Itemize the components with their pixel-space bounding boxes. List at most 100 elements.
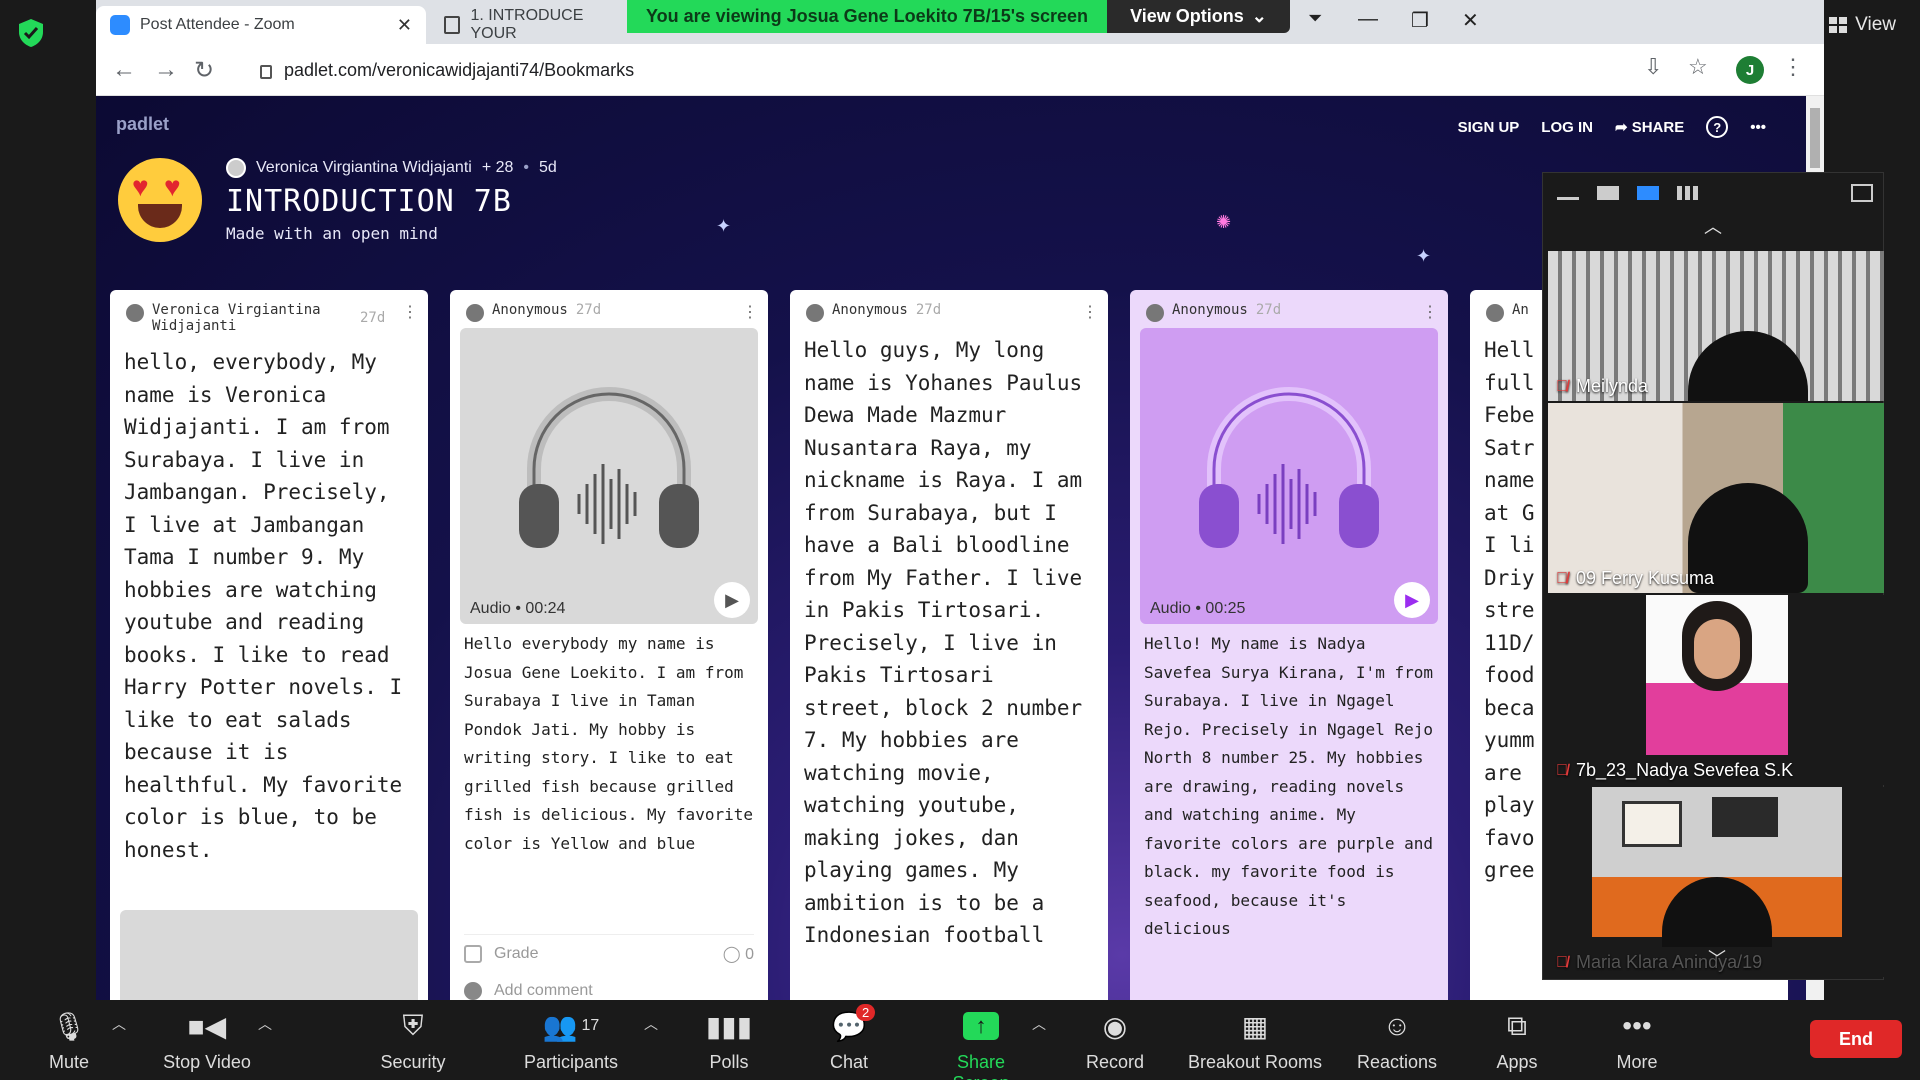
post-card[interactable]: Anonymous 27d ⋮ Hello guys, My long name… (790, 290, 1108, 1000)
signup-link[interactable]: SIGN UP (1458, 119, 1520, 136)
participant-tile[interactable]: 🎙̸ 7b_23_Nadya Sevefea S.K (1548, 595, 1884, 785)
record-icon: ◉ (1102, 1010, 1128, 1042)
help-icon[interactable]: ? (1706, 116, 1729, 138)
padlet-logo[interactable]: padlet (116, 114, 169, 135)
reload-icon[interactable]: ↻ (194, 56, 214, 85)
bookmark-star-icon[interactable]: ☆ (1688, 54, 1708, 80)
record-button[interactable]: ◉ Record (1060, 1006, 1170, 1073)
participant-name-text: Meilynda (1576, 376, 1649, 396)
audio-options-chevron-icon[interactable]: ︿ (112, 1014, 126, 1034)
browser-menu-icon[interactable]: ⋮ (1782, 54, 1804, 80)
audio-attachment[interactable]: Audio • 00:25 ▶ (1140, 328, 1438, 624)
tab-title: Post Attendee - Zoom (140, 16, 295, 33)
post-age: 27d (915, 302, 942, 318)
microphone-icon: 🎙 (51, 1010, 87, 1042)
add-comment-row[interactable]: Add comment (464, 972, 754, 1000)
post-menu-icon[interactable]: ⋮ (1082, 302, 1098, 321)
anonymous-avatar (1146, 304, 1164, 322)
mute-button[interactable]: 🎙 Mute (14, 1006, 124, 1073)
security-button[interactable]: ⛨ Security (358, 1006, 468, 1073)
more-dots-icon: ••• (1622, 1010, 1652, 1041)
post-author: Anonymous (492, 302, 568, 318)
restore-icon[interactable]: ❐ (1411, 8, 1429, 33)
muted-mic-icon: 🎙̸ (1556, 569, 1568, 587)
audio-duration-label: Audio • 00:25 (1150, 600, 1246, 617)
end-meeting-button[interactable]: End (1810, 1020, 1902, 1058)
add-comment-placeholder[interactable]: Add comment (494, 982, 593, 1000)
single-view-icon[interactable] (1597, 186, 1619, 200)
close-window-icon[interactable]: ✕ (1462, 8, 1479, 33)
apps-icon: ⧉ (1507, 1009, 1527, 1041)
breakout-rooms-button[interactable]: ▦ Breakout Rooms (1180, 1006, 1330, 1073)
grade-checkbox-icon[interactable] (464, 944, 482, 963)
scrollbar-thumb[interactable] (1810, 108, 1820, 168)
post-menu-icon[interactable]: ⋮ (402, 302, 418, 321)
post-menu-icon[interactable]: ⋮ (1422, 302, 1438, 321)
minimize-icon[interactable]: — (1358, 8, 1378, 31)
close-tab-icon[interactable]: ✕ (397, 15, 412, 36)
post-header: Anonymous 27d ⋮ (450, 290, 768, 328)
play-icon[interactable]: ▶ (1394, 582, 1430, 618)
grade-label[interactable]: Grade (494, 945, 538, 963)
login-link[interactable]: LOG IN (1541, 119, 1593, 136)
tab-post-attendee[interactable]: Post Attendee - Zoom ✕ (96, 6, 426, 44)
stop-video-button[interactable]: ■◀ Stop Video (152, 1006, 262, 1073)
scroll-down-chevron-icon[interactable]: ﹀ (1708, 945, 1726, 971)
board-author[interactable]: Veronica Virgiantina Widjajanti (256, 159, 472, 177)
more-button[interactable]: ••• More (1582, 1006, 1692, 1073)
post-card[interactable]: Veronica Virgiantina Widjajanti 27d ⋮ he… (110, 290, 428, 1000)
author-avatar (226, 158, 246, 178)
profile-avatar[interactable]: J (1736, 56, 1764, 84)
participant-name-text: 7b_23_Nadya Sevefea S.K (1576, 760, 1794, 780)
expand-panel-icon[interactable] (1851, 184, 1873, 202)
gallery-grid-icon[interactable] (1677, 186, 1699, 200)
chat-unread-badge: 2 (856, 1004, 876, 1021)
address-bar[interactable]: padlet.com/veronicawidjajanti74/Bookmark… (246, 52, 1626, 88)
share-options-chevron-icon[interactable]: ︿ (1032, 1014, 1046, 1034)
media-control-icon[interactable]: ⏷ (1308, 8, 1322, 29)
participant-name-text: 09 Ferry Kusuma (1576, 568, 1715, 588)
emoji-mouth (138, 204, 182, 228)
reactions-button[interactable]: ☺ Reactions (1342, 1006, 1452, 1073)
participant-tile[interactable]: 🎙̸ Meilynda (1548, 251, 1884, 401)
browser-toolbar: ← → ↻ padlet.com/veronicawidjajanti74/Bo… (96, 44, 1824, 96)
view-button[interactable]: View (1829, 14, 1896, 36)
more-options-icon[interactable]: ••• (1750, 119, 1766, 136)
tab-introduce[interactable]: 1. INTRODUCE YOUR (430, 6, 630, 44)
audio-thumbnail[interactable] (120, 910, 418, 1000)
chat-button[interactable]: 💬 2 Chat (794, 1004, 904, 1073)
back-arrow-icon[interactable]: ← (112, 56, 136, 84)
view-options-button[interactable]: View Options ⌄ (1107, 0, 1290, 33)
participant-tile[interactable]: 🎙̸ Maria Klara Anindya/19 ﹀ (1548, 787, 1884, 977)
video-options-chevron-icon[interactable]: ︿ (258, 1014, 272, 1034)
minimize-video-icon[interactable] (1557, 186, 1579, 200)
tab-title: 1. INTRODUCE YOUR (470, 7, 584, 42)
play-icon[interactable]: ▶ (714, 582, 750, 618)
share-link[interactable]: ➦ SHARE (1615, 118, 1684, 136)
polls-button[interactable]: ▮▮▮ Polls (674, 1006, 784, 1073)
post-body: Hello guys, My long name is Yohanes Paul… (804, 338, 1083, 947)
headphones-icon (1199, 387, 1379, 548)
participant-name: 🎙̸ Meilynda (1556, 376, 1648, 397)
share-screen-button[interactable]: ↑ Share Screen (926, 1006, 1036, 1080)
strip-view-icon[interactable] (1637, 186, 1659, 200)
security-label: Security (380, 1052, 446, 1072)
participant-face (1694, 619, 1740, 679)
audio-attachment[interactable]: Audio • 00:24 ▶ (460, 328, 758, 624)
view-options-label: View Options (1130, 6, 1244, 26)
wall-frame (1622, 801, 1682, 847)
install-icon[interactable]: ⇩ (1644, 54, 1662, 80)
post-menu-icon[interactable]: ⋮ (742, 302, 758, 321)
muted-mic-icon: 🎙̸ (1556, 761, 1568, 779)
participant-tile[interactable]: 🎙̸ 09 Ferry Kusuma (1548, 403, 1884, 593)
participants-button[interactable]: 👥 17 Participants (516, 1006, 626, 1073)
forward-arrow-icon[interactable]: → (154, 56, 178, 84)
apps-button[interactable]: ⧉ Apps (1462, 1006, 1572, 1073)
shield-icon[interactable] (14, 16, 48, 50)
scroll-up-chevron-icon[interactable]: ︿ (1543, 213, 1883, 241)
participants-options-chevron-icon[interactable]: ︿ (644, 1014, 658, 1034)
post-card[interactable]: Anonymous 27d ⋮ (450, 290, 768, 1000)
post-age: 27d (575, 302, 602, 318)
post-card[interactable]: Anonymous 27d ⋮ (1130, 290, 1448, 1000)
chat-label: Chat (829, 1052, 869, 1072)
